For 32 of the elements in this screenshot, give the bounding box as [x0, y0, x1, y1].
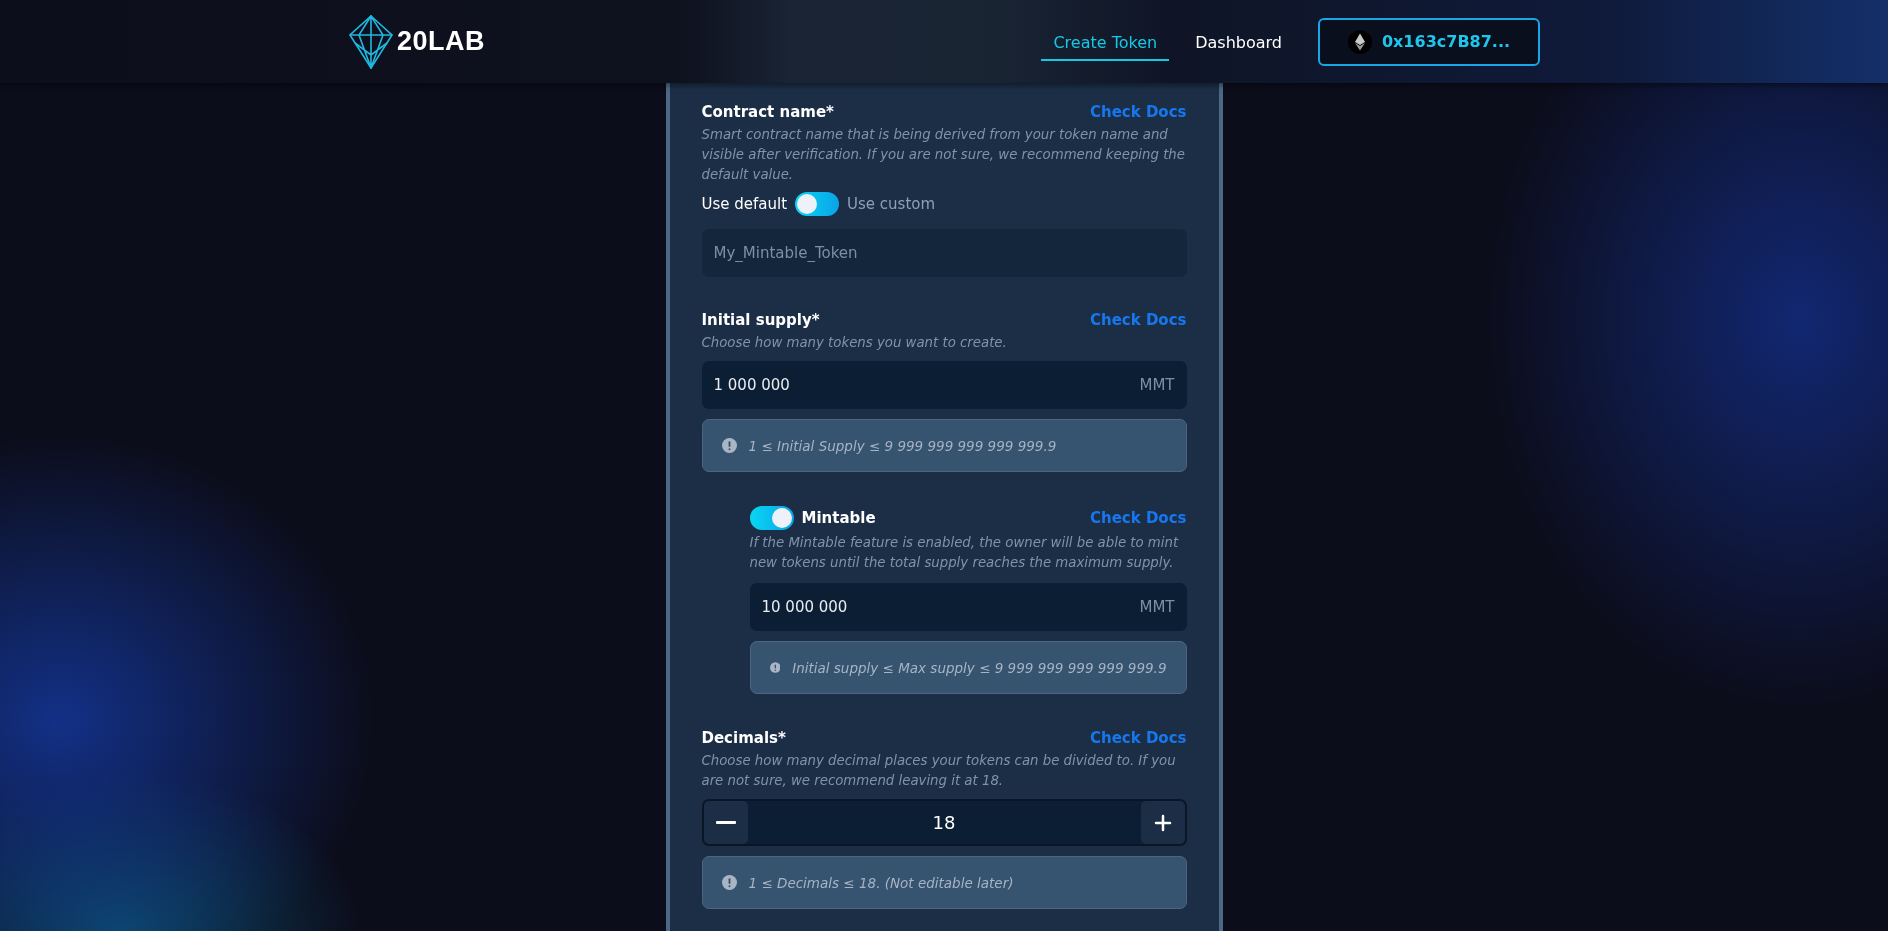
ethereum-icon	[1347, 29, 1372, 54]
alert-icon	[769, 660, 781, 675]
toggle-switch[interactable]	[749, 506, 794, 530]
field-description: Choose how many tokens you want to create.	[701, 334, 1008, 352]
option-description: If the Mintable feature is enabled, the owner will be able to mint new tokens until the total supply reaches the maximum supply.	[749, 534, 1180, 572]
logo-text: 20LAB	[397, 26, 486, 57]
alert-icon	[721, 438, 737, 453]
wallet-button[interactable]: 0x163c7B87...	[1318, 17, 1540, 66]
option-title: Mintable	[801, 509, 876, 527]
minus-icon	[715, 821, 736, 824]
toggle-label: Use custom	[847, 195, 936, 213]
hint-text: 1 ≤ Decimals ≤ 18. (Not editable later)	[748, 874, 1014, 891]
contract-name-field[interactable]: My_Mintable_Token	[701, 229, 1187, 277]
field-title: Decimals*	[701, 729, 786, 747]
toggle-switch[interactable]	[795, 192, 840, 216]
increment-button[interactable]	[1140, 801, 1185, 844]
alert-icon	[721, 875, 737, 890]
logo-icon	[349, 14, 393, 69]
decrement-button[interactable]	[703, 801, 748, 844]
toggle-label: Use default	[701, 195, 788, 213]
hint-text: Initial supply ≤ Max supply ≤ 9 999 999 999 999 999.9	[792, 659, 1167, 676]
hint-text: 1 ≤ Initial Supply ≤ 9 999 999 999 999 999.9	[748, 437, 1057, 454]
unit-label: MMT	[1139, 376, 1175, 394]
decimals-field[interactable]: 18	[747, 801, 1141, 844]
field-title: Initial supply*	[701, 311, 820, 329]
nav-link[interactable]: Dashboard	[1183, 25, 1294, 61]
field-description: Smart contract name that is being derived from your token name and visible after verification. If you are not sure, we recommend keeping the default value.	[701, 126, 1186, 184]
unit-label: MMT	[1139, 598, 1175, 616]
field-title: Contract name*	[701, 103, 834, 121]
field-description: Choose how many decimal places your tokens can be divided to. If you are not sure, we recommend leaving it at 18.	[701, 752, 1177, 790]
nav-link[interactable]: Create Token	[1041, 25, 1170, 61]
number-stepper[interactable]: 18	[701, 799, 1187, 846]
